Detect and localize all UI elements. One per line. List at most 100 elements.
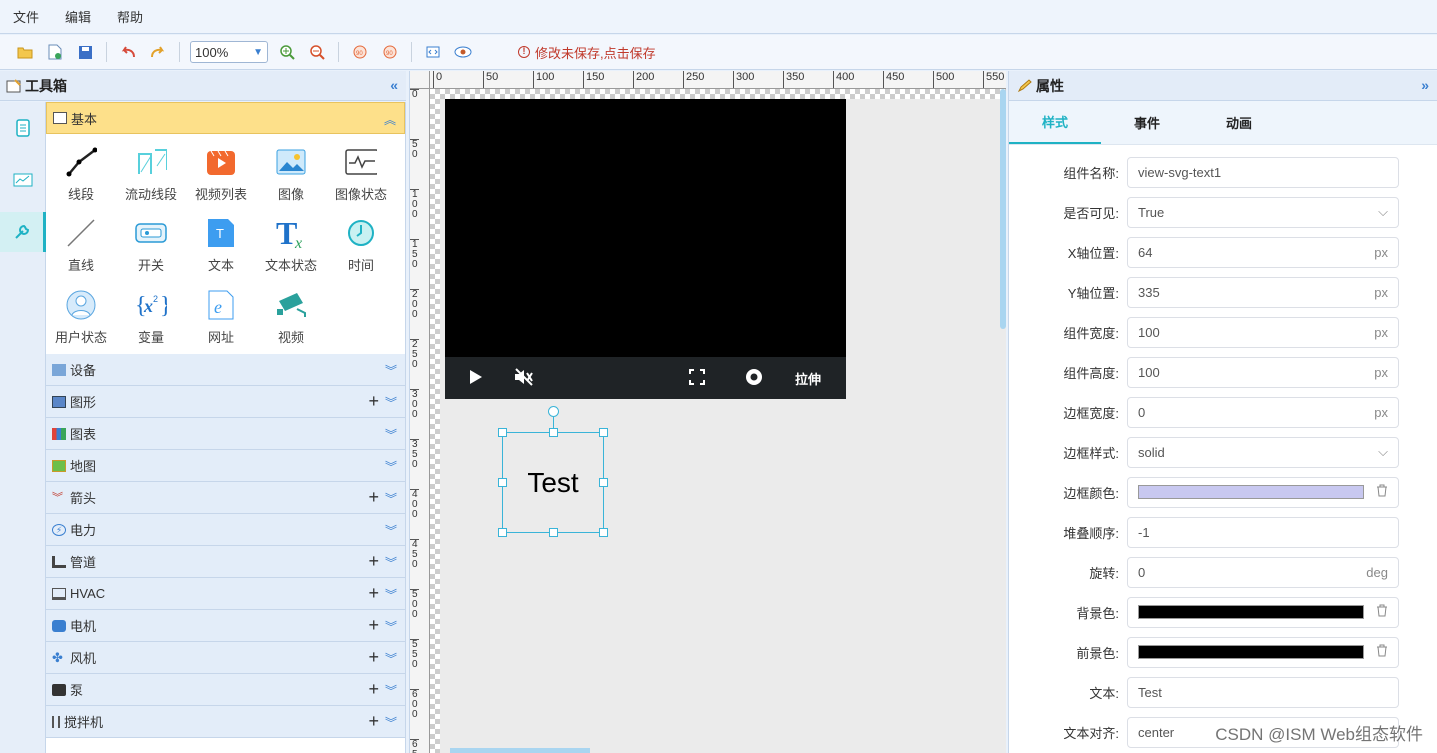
collapse-left-icon[interactable]: « xyxy=(390,77,398,93)
property-input[interactable]: -1 xyxy=(1127,516,1399,548)
rotate-right-icon[interactable]: 90 xyxy=(379,41,401,63)
color-swatch[interactable] xyxy=(1138,485,1364,499)
tab-pages[interactable] xyxy=(0,108,46,148)
category-device[interactable]: 设备 ︾ xyxy=(46,354,405,386)
category-power[interactable]: ⚡ 电力 ︾ xyxy=(46,514,405,546)
category-basic[interactable]: 基本 ︽ xyxy=(46,102,405,134)
property-input[interactable] xyxy=(1127,596,1399,628)
add-icon[interactable]: + xyxy=(368,648,379,666)
property-input[interactable] xyxy=(1127,636,1399,668)
property-input[interactable]: Test xyxy=(1127,676,1399,708)
resize-handle-sw[interactable] xyxy=(498,528,507,537)
design-canvas[interactable]: 0 50 100 150 200 250 300 350 400 450 500 550 0 50 100… xyxy=(409,71,1006,753)
item-flow-line[interactable]: 流动线段 xyxy=(116,140,186,210)
category-shape[interactable]: 图形 + ︾ xyxy=(46,386,405,418)
resize-handle-w[interactable] xyxy=(498,478,507,487)
snapshot-icon[interactable] xyxy=(745,368,763,389)
trash-icon[interactable] xyxy=(1376,604,1388,620)
category-fan[interactable]: ✤ 风机 + ︾ xyxy=(46,642,405,674)
category-chart[interactable]: 图表 ︾ xyxy=(46,418,405,450)
open-folder-icon[interactable] xyxy=(14,41,36,63)
item-user-state[interactable]: 用户状态 xyxy=(46,283,116,353)
new-file-icon[interactable] xyxy=(44,41,66,63)
fullscreen-icon[interactable] xyxy=(689,368,705,388)
mute-icon[interactable] xyxy=(513,367,535,390)
property-input[interactable]: 64 px xyxy=(1127,236,1399,268)
undo-icon[interactable] xyxy=(117,41,139,63)
add-icon[interactable]: + xyxy=(368,680,379,698)
color-swatch[interactable] xyxy=(1138,605,1364,619)
trash-icon[interactable] xyxy=(1376,484,1388,500)
add-icon[interactable]: + xyxy=(368,616,379,634)
code-icon[interactable] xyxy=(422,41,444,63)
item-video[interactable]: 视频 xyxy=(256,283,326,353)
item-url[interactable]: e 网址 xyxy=(186,283,256,353)
property-input[interactable]: solid ⌵ xyxy=(1127,436,1399,468)
collapse-right-icon[interactable]: » xyxy=(1421,77,1429,93)
resize-handle-nw[interactable] xyxy=(498,428,507,437)
color-swatch[interactable] xyxy=(1138,645,1364,659)
property-label: 边框宽度: xyxy=(1063,405,1119,421)
resize-handle-n[interactable] xyxy=(549,428,558,437)
rotate-handle[interactable] xyxy=(548,406,559,417)
trash-icon[interactable] xyxy=(1376,644,1388,660)
play-icon[interactable] xyxy=(469,369,483,388)
rotate-left-icon[interactable]: 90 xyxy=(349,41,371,63)
add-icon[interactable]: + xyxy=(368,552,379,570)
item-video-list[interactable]: 视频列表 xyxy=(186,140,256,210)
property-input[interactable]: view-svg-text1 xyxy=(1127,156,1399,188)
zoom-value: 100% xyxy=(195,44,229,60)
item-image-state[interactable]: 图像状态 xyxy=(326,140,396,210)
horizontal-scrollbar[interactable] xyxy=(450,748,590,753)
category-map[interactable]: 地图 ︾ xyxy=(46,450,405,482)
property-input[interactable]: 100 px xyxy=(1127,356,1399,388)
category-pump[interactable]: 泵 + ︾ xyxy=(46,674,405,706)
property-input[interactable] xyxy=(1127,476,1399,508)
menu-file[interactable]: 文件 xyxy=(0,7,52,26)
add-icon[interactable]: + xyxy=(368,488,379,506)
resize-handle-ne[interactable] xyxy=(599,428,608,437)
resize-handle-se[interactable] xyxy=(599,528,608,537)
tab-charts[interactable] xyxy=(0,160,46,200)
vertical-scrollbar[interactable] xyxy=(1000,89,1006,329)
property-input[interactable]: True ⌵ xyxy=(1127,196,1399,228)
tab-animation[interactable]: 动画 xyxy=(1193,101,1285,144)
save-icon[interactable] xyxy=(74,41,96,63)
resize-handle-s[interactable] xyxy=(549,528,558,537)
redo-icon[interactable] xyxy=(147,41,169,63)
menu-edit[interactable]: 编辑 xyxy=(52,7,104,26)
zoom-select[interactable]: 100% ▼ xyxy=(190,41,268,63)
item-line-segment[interactable]: 线段 xyxy=(46,140,116,210)
property-input[interactable]: 335 px xyxy=(1127,276,1399,308)
tab-events[interactable]: 事件 xyxy=(1101,101,1193,144)
item-text-state[interactable]: Tx 文本状态 xyxy=(256,211,326,281)
item-switch[interactable]: 开关 xyxy=(116,211,186,281)
video-component[interactable]: 拉伸 xyxy=(445,99,846,399)
add-icon[interactable]: + xyxy=(368,392,379,410)
category-mixer[interactable]: 搅拌机 + ︾ xyxy=(46,706,405,738)
item-text[interactable]: T 文本 xyxy=(186,211,256,281)
item-image[interactable]: 图像 xyxy=(256,140,326,210)
property-input[interactable]: 100 px xyxy=(1127,316,1399,348)
category-hvac[interactable]: HVAC + ︾ xyxy=(46,578,405,610)
zoom-out-icon[interactable] xyxy=(306,41,328,63)
preview-eye-icon[interactable] xyxy=(452,41,474,63)
category-motor[interactable]: 电机 + ︾ xyxy=(46,610,405,642)
tab-tools[interactable] xyxy=(0,212,46,252)
property-input[interactable]: 0 px xyxy=(1127,396,1399,428)
item-straight-line[interactable]: 直线 xyxy=(46,211,116,281)
item-time[interactable]: 时间 xyxy=(326,211,396,281)
category-pipe[interactable]: 管道 + ︾ xyxy=(46,546,405,578)
add-icon[interactable]: + xyxy=(368,712,379,730)
stretch-button[interactable]: 拉伸 xyxy=(795,369,821,388)
add-icon[interactable]: + xyxy=(368,584,379,602)
tab-style[interactable]: 样式 xyxy=(1009,101,1101,144)
zoom-in-icon[interactable] xyxy=(276,41,298,63)
menu-help[interactable]: 帮助 xyxy=(104,7,156,26)
item-variable[interactable]: {x2} 变量 xyxy=(116,283,186,353)
category-arrow[interactable]: ︾ 箭头 + ︾ xyxy=(46,482,405,514)
property-input[interactable]: 0 deg xyxy=(1127,556,1399,588)
resize-handle-e[interactable] xyxy=(599,478,608,487)
selected-text-component[interactable]: Test xyxy=(498,428,608,537)
unsaved-warning[interactable]: ! 修改未保存,点击保存 xyxy=(518,43,656,62)
